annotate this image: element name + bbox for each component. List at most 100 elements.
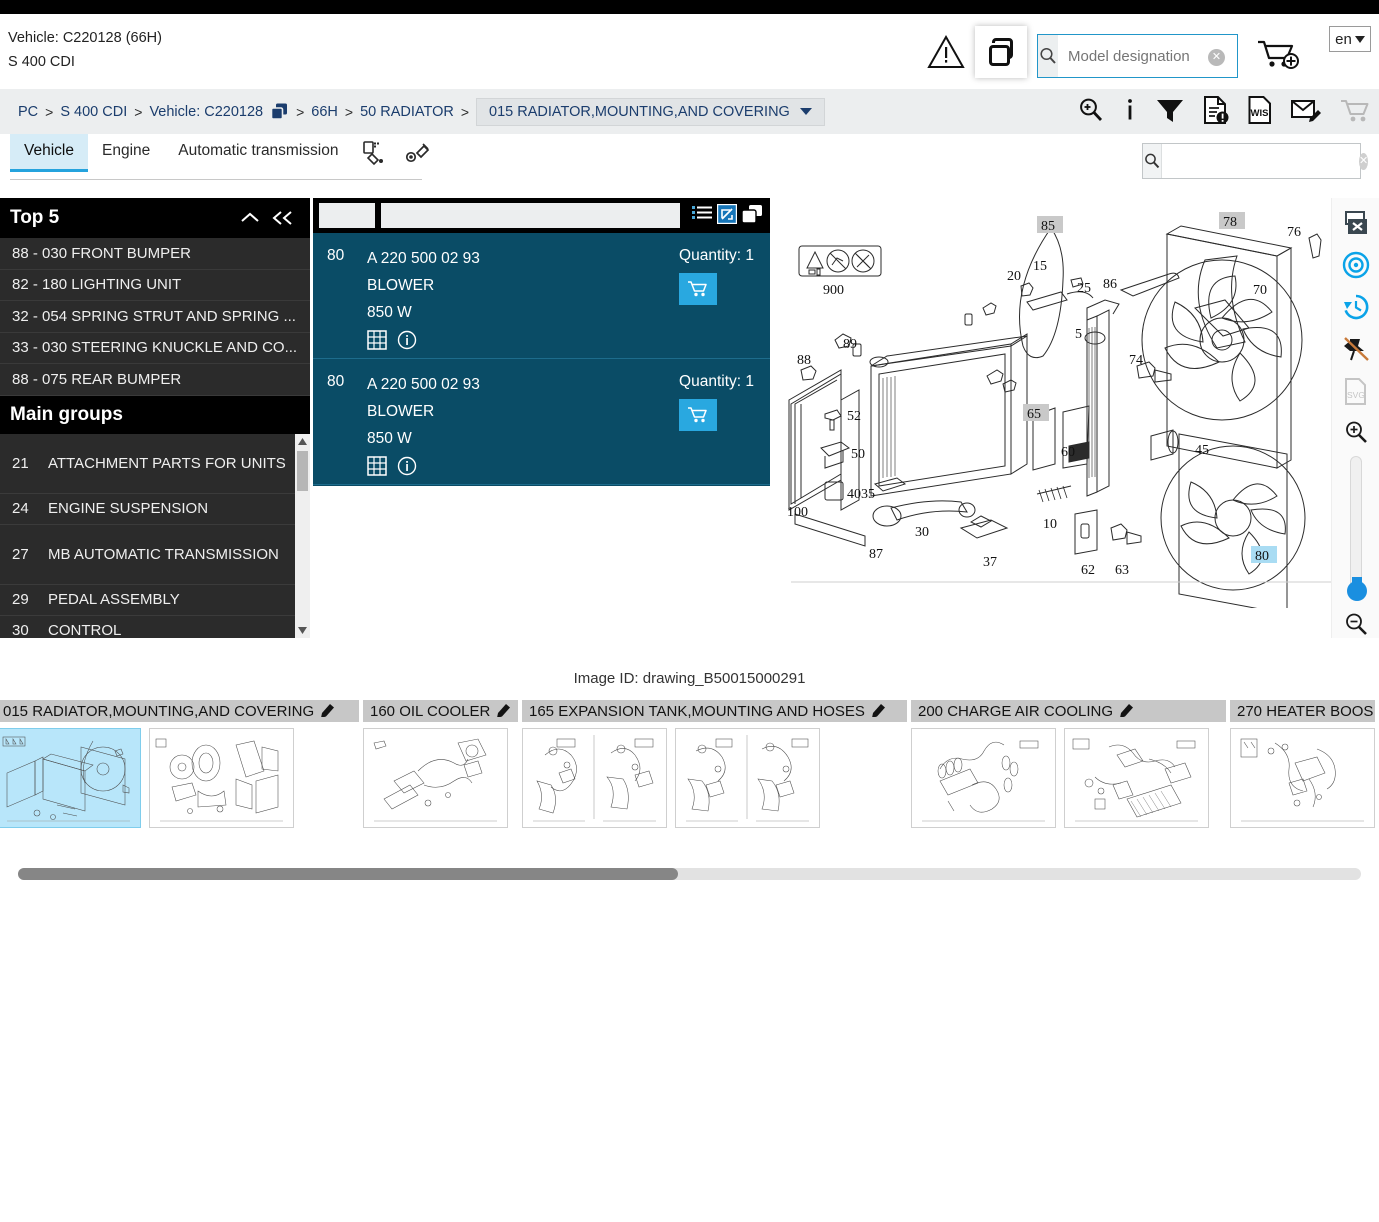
model-search-input[interactable] — [1058, 35, 1277, 77]
quantity-value: 1 — [745, 373, 754, 390]
sidebar-main-groups-list[interactable]: 21 ATTACHMENT PARTS FOR UNITS 24 ENGINE … — [0, 433, 310, 638]
close-window-icon[interactable] — [1339, 210, 1373, 238]
thumb-group-header[interactable]: 165 EXPANSION TANK,MOUNTING AND HOSES — [522, 700, 907, 722]
thumbnail-strip[interactable]: 015 RADIATOR,MOUNTING,AND COVERING 160 O… — [0, 700, 1379, 835]
thumbnail-item[interactable] — [363, 728, 508, 828]
mail-edit-icon[interactable] — [1290, 96, 1322, 127]
chevron-up-icon[interactable] — [234, 210, 266, 226]
thumbnail-item[interactable] — [675, 728, 820, 828]
zoom-slider[interactable] — [1346, 456, 1367, 601]
zoom-in-icon[interactable] — [1077, 96, 1105, 127]
sidebar-top5-item-1[interactable]: 88 - 030 FRONT BUMPER — [0, 238, 310, 270]
warning-triangle-icon[interactable] — [927, 34, 965, 70]
svg-text:40: 40 — [847, 487, 861, 502]
sidebar-top5-item-2[interactable]: 82 - 180 LIGHTING UNIT — [0, 270, 310, 301]
info-circle-icon[interactable] — [397, 330, 417, 353]
clear-x-icon[interactable]: ✕ — [1208, 49, 1225, 66]
language-selector[interactable]: en — [1329, 26, 1371, 52]
copy-documents-icon[interactable] — [975, 26, 1027, 78]
breadcrumb-separator: > — [460, 103, 470, 120]
fastener-bolt-icon[interactable] — [396, 134, 440, 172]
info-circle-icon[interactable] — [397, 456, 417, 479]
scroll-down-arrow-icon[interactable] — [295, 623, 310, 638]
tab-automatic-transmission[interactable]: Automatic transmission — [164, 134, 352, 169]
svg-export-icon-disabled: SVG — [1339, 376, 1373, 406]
sidebar-group-24[interactable]: 24 ENGINE SUSPENSION — [0, 494, 310, 525]
parts-header-cell-description[interactable] — [381, 203, 680, 228]
add-to-cart-icon[interactable] — [1254, 34, 1302, 74]
sidebar-group-27[interactable]: 27 MB AUTOMATIC TRANSMISSION — [0, 525, 310, 585]
expand-fullscreen-icon[interactable] — [716, 203, 738, 227]
search-icon[interactable] — [1143, 144, 1162, 178]
sidebar-top5-item-3[interactable]: 32 - 054 SPRING STRUT AND SPRING ... — [0, 301, 310, 333]
wis-document-icon[interactable]: WIS — [1247, 95, 1273, 128]
tab-engine[interactable]: Engine — [88, 134, 164, 169]
sidebar-group-29[interactable]: 29 PEDAL ASSEMBLY — [0, 585, 310, 616]
breadcrumb-item-vehicle[interactable]: Vehicle: C220128 — [149, 104, 263, 120]
zoom-out-icon[interactable] — [1339, 610, 1373, 638]
svg-text:78: 78 — [1223, 215, 1237, 230]
parts-search-box[interactable]: ✕ — [1142, 143, 1369, 179]
history-reset-icon[interactable] — [1339, 292, 1373, 322]
diagram-panel[interactable]: 900 88 89 100 87 20 15 25 5 52 50 40 35 … — [775, 198, 1379, 638]
double-chevron-left-icon[interactable] — [266, 210, 300, 226]
edit-icon[interactable] — [497, 702, 512, 721]
zoom-slider-handle[interactable] — [1346, 580, 1367, 601]
parts-row-2[interactable]: 80 A 220 500 02 93 BLOWER 850 W Quantity… — [313, 359, 770, 485]
sidebar-top5-header: Top 5 — [0, 198, 310, 238]
parts-header-cell-position[interactable] — [319, 203, 375, 228]
breadcrumb-item-model[interactable]: S 400 CDI — [60, 104, 127, 120]
sidebar-top5-list: 88 - 030 FRONT BUMPER 82 - 180 LIGHTING … — [0, 238, 310, 396]
thumb-group-header[interactable]: 270 HEATER BOOS — [1230, 700, 1375, 722]
edit-icon[interactable] — [321, 702, 336, 721]
sidebar-group-30[interactable]: 30 CONTROL — [0, 616, 310, 638]
sidebar-scrollbar[interactable] — [295, 433, 310, 638]
breadcrumb-subgroup-dropdown[interactable]: 015 RADIATOR,MOUNTING,AND COVERING — [476, 97, 825, 126]
sidebar-top5-item-4[interactable]: 33 - 030 STEERING KNUCKLE AND CO... — [0, 333, 310, 364]
parts-row-1[interactable]: 80 A 220 500 02 93 BLOWER 850 W Quantity… — [313, 233, 770, 359]
sidebar-group-21[interactable]: 21 ATTACHMENT PARTS FOR UNITS — [0, 434, 310, 494]
add-to-cart-icon[interactable] — [679, 399, 718, 431]
document-alert-icon[interactable] — [1202, 95, 1230, 128]
thumbnail-item[interactable] — [0, 728, 141, 828]
thumbnail-item[interactable] — [911, 728, 1056, 828]
copy-icon[interactable] — [270, 102, 289, 121]
sidebar-scroll-thumb[interactable] — [297, 450, 308, 491]
thumb-group-header[interactable]: 200 CHARGE AIR COOLING — [911, 700, 1226, 722]
paint-color-icon[interactable] — [352, 134, 396, 172]
target-center-icon[interactable] — [1339, 250, 1373, 280]
horizontal-scrollbar[interactable] — [18, 868, 1361, 880]
thumb-group-header[interactable]: 160 OIL COOLER — [363, 700, 518, 722]
clear-x-icon[interactable]: ✕ — [1359, 152, 1369, 170]
parts-search-input[interactable] — [1162, 144, 1359, 178]
tab-vehicle[interactable]: Vehicle — [10, 134, 88, 172]
zoom-in-icon[interactable] — [1339, 418, 1373, 446]
add-to-cart-icon[interactable] — [679, 273, 718, 305]
thumb-group-header[interactable]: 015 RADIATOR,MOUNTING,AND COVERING — [0, 700, 359, 722]
thumbnail-item[interactable] — [522, 728, 667, 828]
thumb-group-165: 165 EXPANSION TANK,MOUNTING AND HOSES — [522, 700, 907, 835]
list-view-icon[interactable] — [692, 205, 712, 226]
breadcrumb-item-pc[interactable]: PC — [18, 104, 38, 120]
thumb-group-015: 015 RADIATOR,MOUNTING,AND COVERING — [0, 700, 359, 835]
thumbnail-item[interactable] — [149, 728, 294, 828]
duplicate-window-icon[interactable] — [741, 204, 764, 227]
search-icon[interactable] — [1038, 35, 1058, 77]
sidebar-top5-item-5[interactable]: 88 - 075 REAR BUMPER — [0, 364, 310, 396]
model-search-box[interactable]: ✕ — [1037, 34, 1277, 78]
exploded-parts-drawing[interactable]: 900 88 89 100 87 20 15 25 5 52 50 40 35 … — [775, 198, 1331, 608]
edit-icon[interactable] — [871, 702, 887, 721]
scroll-up-arrow-icon[interactable] — [295, 434, 310, 449]
horizontal-scroll-thumb[interactable] — [18, 868, 678, 880]
unpin-icon[interactable] — [1339, 334, 1373, 364]
breadcrumb-item-code[interactable]: 66H — [311, 104, 338, 120]
table-grid-icon[interactable] — [367, 456, 387, 479]
thumbnail-item[interactable] — [1064, 728, 1209, 828]
svg-text:63: 63 — [1115, 563, 1129, 578]
thumbnail-item[interactable] — [1230, 728, 1375, 828]
breadcrumb-item-group[interactable]: 50 RADIATOR — [360, 104, 454, 120]
edit-icon[interactable] — [1120, 702, 1135, 721]
table-grid-icon[interactable] — [367, 330, 387, 353]
filter-icon[interactable] — [1155, 96, 1185, 127]
info-icon[interactable] — [1122, 96, 1138, 127]
